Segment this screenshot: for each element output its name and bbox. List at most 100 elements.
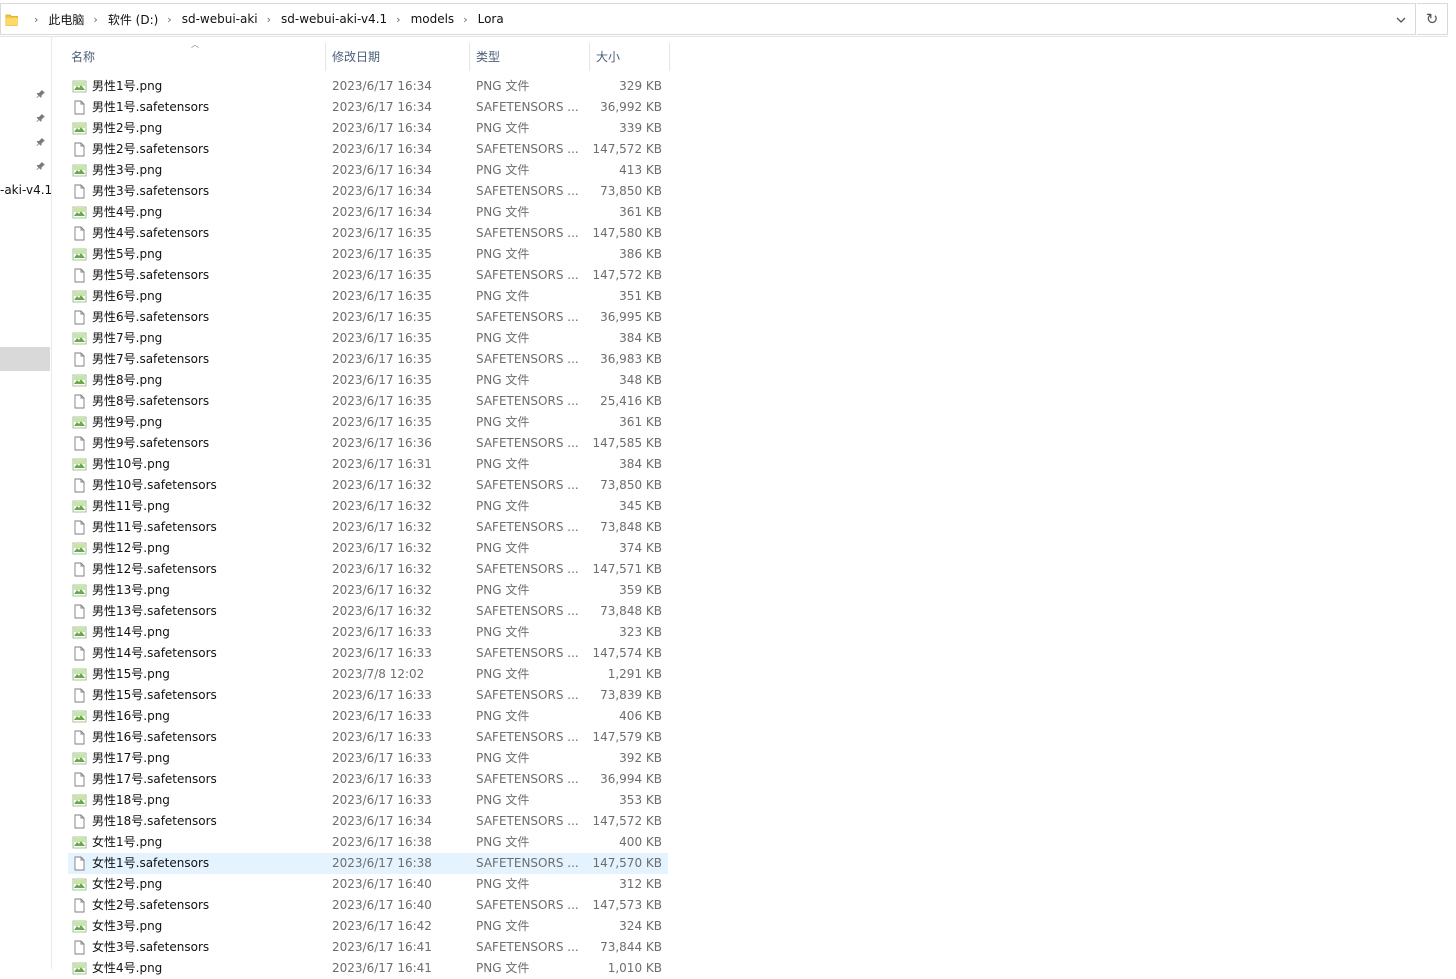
breadcrumb-item[interactable]: models [411, 12, 455, 26]
chevron-right-icon[interactable]: › [158, 13, 181, 26]
file-name: 男性17号.safetensors [92, 772, 217, 786]
png-file-icon [72, 752, 87, 765]
breadcrumb-item[interactable]: sd-webui-aki-v4.1 [281, 12, 387, 26]
file-row[interactable]: 男性15号.safetensors 2023/6/17 16:33 SAFETENS… [68, 685, 668, 706]
breadcrumb[interactable]: › 此电脑 › 软件 (D:) › sd-webui-aki › sd-webui-aki-v… [0, 3, 1416, 35]
breadcrumb-item[interactable]: sd-webui-aki [182, 12, 258, 26]
file-row[interactable]: 男性16号.safetensors 2023/6/17 16:33 SAFETENS… [68, 727, 668, 748]
file-row[interactable]: 男性18号.safetensors 2023/6/17 16:34 SAFETENS… [68, 811, 668, 832]
file-row[interactable]: 男性10号.png 2023/6/17 16:31 PNG 文件 384 KB [68, 454, 668, 475]
breadcrumb-item[interactable]: 此电脑 [48, 11, 84, 28]
file-size: 323 KB [619, 625, 662, 639]
file-name: 男性6号.png [92, 289, 163, 303]
file-row[interactable]: 男性16号.png 2023/6/17 16:33 PNG 文件 406 KB [68, 706, 668, 727]
column-header-type[interactable]: 类型 [476, 43, 588, 71]
file-row[interactable]: 男性7号.png 2023/6/17 16:35 PNG 文件 384 KB [68, 328, 668, 349]
file-row[interactable]: 男性13号.safetensors 2023/6/17 16:32 SAFETENS… [68, 601, 668, 622]
column-divider[interactable] [589, 43, 590, 71]
file-type: PNG 文件 [476, 793, 530, 807]
file-name: 男性12号.png [92, 541, 170, 555]
file-name: 男性9号.png [92, 415, 163, 429]
file-name: 男性1号.safetensors [92, 100, 210, 114]
file-row[interactable]: 男性12号.png 2023/6/17 16:32 PNG 文件 374 KB [68, 538, 668, 559]
file-size: 345 KB [619, 499, 662, 513]
file-row[interactable]: 男性12号.safetensors 2023/6/17 16:32 SAFETENS… [68, 559, 668, 580]
breadcrumb-item[interactable]: Lora [478, 12, 504, 26]
file-row[interactable]: 男性8号.safetensors 2023/6/17 16:35 SAFETENSO… [68, 391, 668, 412]
file-row[interactable]: 男性9号.png 2023/6/17 16:35 PNG 文件 361 KB [68, 412, 668, 433]
chevron-right-icon[interactable]: › [84, 13, 107, 26]
chevron-right-icon[interactable]: › [387, 13, 410, 26]
file-name: 女性2号.png [92, 877, 163, 891]
file-type: PNG 文件 [476, 541, 530, 555]
file-row[interactable]: 男性2号.png 2023/6/17 16:34 PNG 文件 339 KB [68, 118, 668, 139]
file-row[interactable]: 男性4号.png 2023/6/17 16:34 PNG 文件 361 KB [68, 202, 668, 223]
file-row[interactable]: 男性5号.safetensors 2023/6/17 16:35 SAFETENSO… [68, 265, 668, 286]
file-row[interactable]: 男性11号.png 2023/6/17 16:32 PNG 文件 345 KB [68, 496, 668, 517]
file-row[interactable]: 女性1号.safetensors 2023/6/17 16:38 SAFETENSO… [68, 853, 668, 874]
file-row[interactable]: 男性14号.png 2023/6/17 16:33 PNG 文件 323 KB [68, 622, 668, 643]
chevron-right-icon[interactable]: › [25, 13, 48, 26]
column-header-name[interactable]: 名称 [71, 43, 323, 71]
file-row[interactable]: 男性10号.safetensors 2023/6/17 16:32 SAFETENS… [68, 475, 668, 496]
nav-item-selected[interactable] [0, 347, 50, 371]
file-row[interactable]: 男性2号.safetensors 2023/6/17 16:34 SAFETENSO… [68, 139, 668, 160]
nav-item-aki-v41[interactable]: -aki-v4.1 [0, 183, 52, 197]
file-size: 312 KB [619, 877, 662, 891]
column-header-size[interactable]: 大小 [596, 43, 666, 71]
file-type: SAFETENSORS ... [476, 436, 579, 450]
file-row[interactable]: 男性3号.png 2023/6/17 16:34 PNG 文件 413 KB [68, 160, 668, 181]
file-row[interactable]: 男性7号.safetensors 2023/6/17 16:35 SAFETENSO… [68, 349, 668, 370]
file-row[interactable]: 男性1号.png 2023/6/17 16:34 PNG 文件 329 KB [68, 76, 668, 97]
refresh-icon: ↻ [1425, 10, 1439, 28]
file-type: PNG 文件 [476, 289, 530, 303]
refresh-button[interactable]: ↻ [1417, 3, 1448, 35]
breadcrumb-item[interactable]: 软件 (D:) [108, 11, 158, 28]
file-size: 147,572 KB [592, 814, 662, 828]
file-row[interactable]: 男性4号.safetensors 2023/6/17 16:35 SAFETENSO… [68, 223, 668, 244]
file-row[interactable]: 男性9号.safetensors 2023/6/17 16:36 SAFETENSO… [68, 433, 668, 454]
file-size: 384 KB [619, 331, 662, 345]
chevron-down-icon[interactable] [1393, 12, 1409, 28]
column-divider[interactable] [669, 43, 670, 71]
file-name: 男性3号.safetensors [92, 184, 210, 198]
file-name: 男性2号.safetensors [92, 142, 210, 156]
file-size: 147,579 KB [592, 730, 662, 744]
file-row[interactable]: 女性2号.png 2023/6/17 16:40 PNG 文件 312 KB [68, 874, 668, 895]
file-row[interactable]: 女性3号.safetensors 2023/6/17 16:41 SAFETENSO… [68, 937, 668, 958]
file-icon [74, 352, 85, 367]
file-row[interactable]: 男性17号.png 2023/6/17 16:33 PNG 文件 392 KB [68, 748, 668, 769]
file-row[interactable]: 女性2号.safetensors 2023/6/17 16:40 SAFETENSO… [68, 895, 668, 916]
file-row[interactable]: 男性3号.safetensors 2023/6/17 16:34 SAFETENSO… [68, 181, 668, 202]
file-date: 2023/6/17 16:35 [332, 352, 432, 366]
file-date: 2023/6/17 16:33 [332, 793, 432, 807]
file-row[interactable]: 女性3号.png 2023/6/17 16:42 PNG 文件 324 KB [68, 916, 668, 937]
file-icon [74, 646, 85, 661]
file-size: 384 KB [619, 457, 662, 471]
file-row[interactable]: 男性8号.png 2023/6/17 16:35 PNG 文件 348 KB [68, 370, 668, 391]
file-row[interactable]: 女性1号.png 2023/6/17 16:38 PNG 文件 400 KB [68, 832, 668, 853]
navigation-pane[interactable]: -aki-v4.1 [0, 37, 52, 969]
column-divider[interactable] [325, 43, 326, 71]
file-name: 男性17号.png [92, 751, 170, 765]
png-file-icon [72, 836, 87, 849]
chevron-right-icon[interactable]: › [454, 13, 477, 26]
file-row[interactable]: 男性6号.safetensors 2023/6/17 16:35 SAFETENSO… [68, 307, 668, 328]
file-name: 男性9号.safetensors [92, 436, 210, 450]
file-row[interactable]: 男性1号.safetensors 2023/6/17 16:34 SAFETENSO… [68, 97, 668, 118]
column-divider[interactable] [469, 43, 470, 71]
file-name: 女性1号.png [92, 835, 163, 849]
file-date: 2023/6/17 16:34 [332, 205, 432, 219]
file-row[interactable]: 男性5号.png 2023/6/17 16:35 PNG 文件 386 KB [68, 244, 668, 265]
file-row[interactable]: 男性11号.safetensors 2023/6/17 16:32 SAFETENS… [68, 517, 668, 538]
file-row[interactable]: 男性18号.png 2023/6/17 16:33 PNG 文件 353 KB [68, 790, 668, 811]
file-row[interactable]: 男性14号.safetensors 2023/6/17 16:33 SAFETENS… [68, 643, 668, 664]
file-row[interactable]: 男性17号.safetensors 2023/6/17 16:33 SAFETENS… [68, 769, 668, 790]
column-header-date[interactable]: 修改日期 [332, 43, 468, 71]
file-icon [74, 940, 85, 955]
file-row[interactable]: 男性15号.png 2023/7/8 12:02 PNG 文件 1,291 KB [68, 664, 668, 685]
chevron-right-icon[interactable]: › [258, 13, 281, 26]
file-row[interactable]: 男性6号.png 2023/6/17 16:35 PNG 文件 351 KB [68, 286, 668, 307]
file-date: 2023/6/17 16:35 [332, 247, 432, 261]
file-row[interactable]: 男性13号.png 2023/6/17 16:32 PNG 文件 359 KB [68, 580, 668, 601]
